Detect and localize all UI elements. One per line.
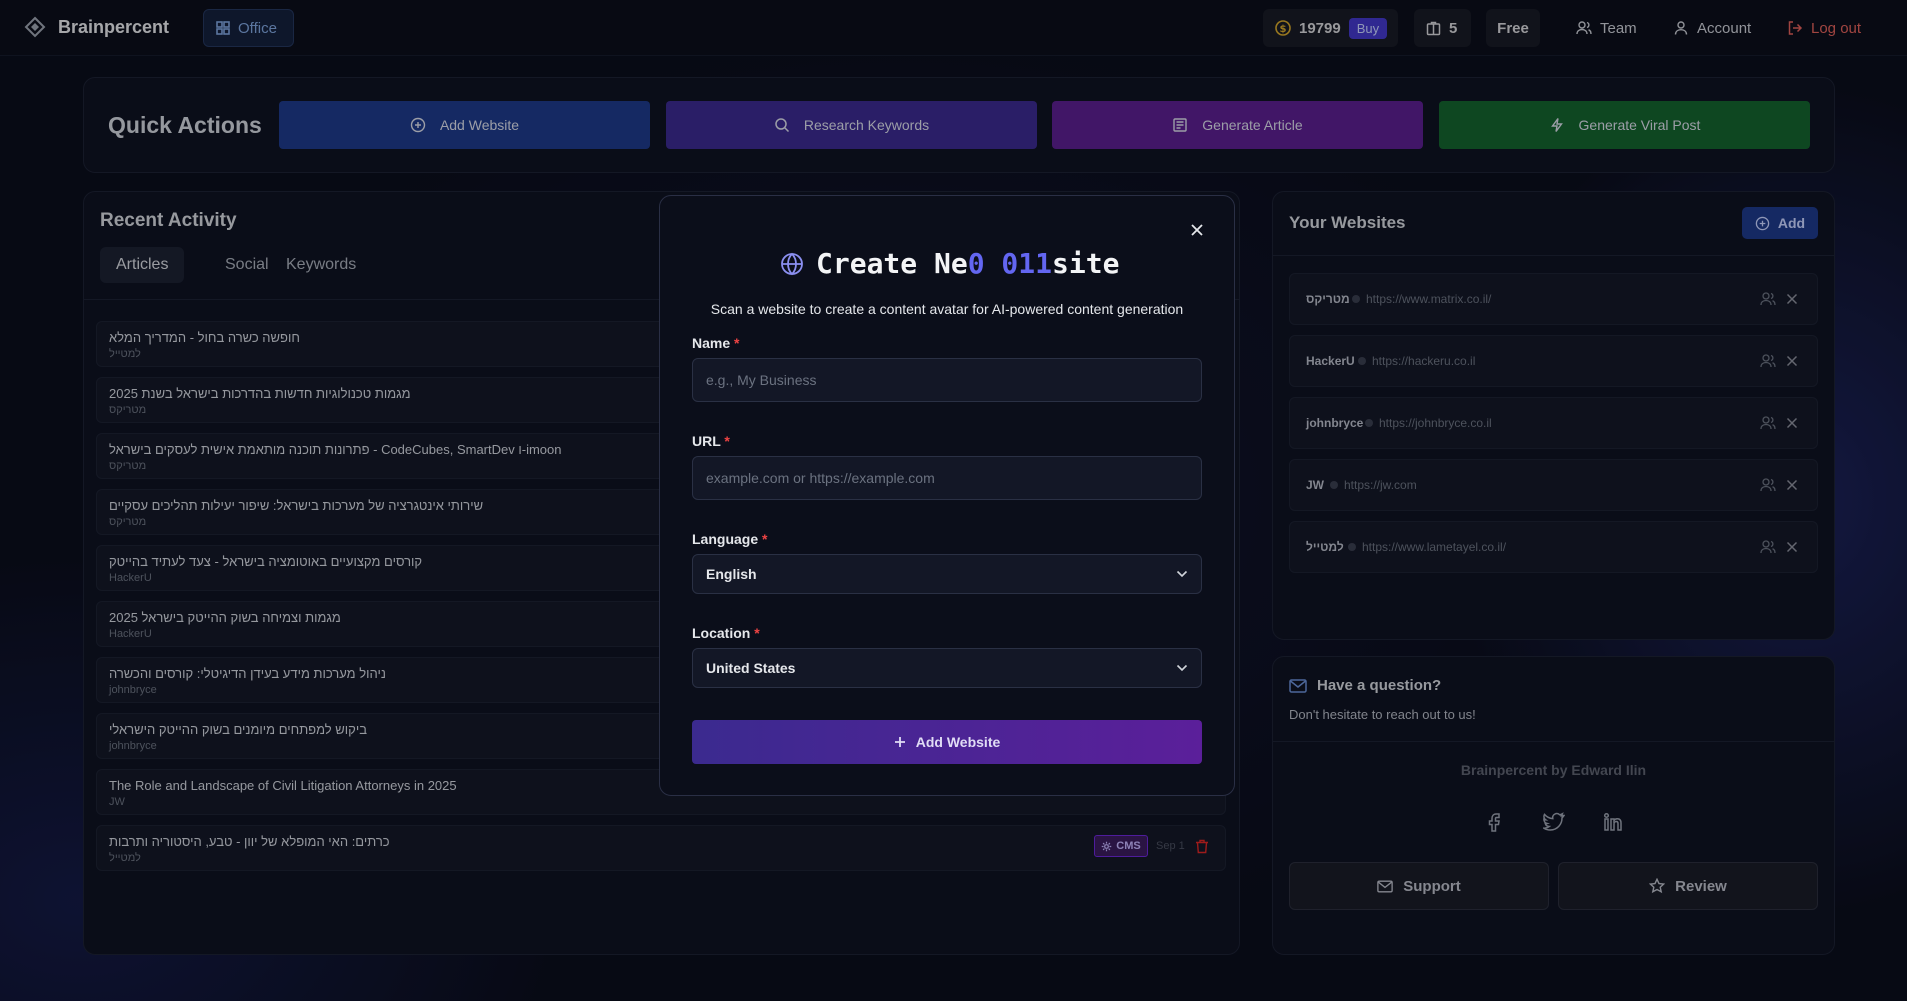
url-label: URL * <box>692 433 730 449</box>
title-part2: site <box>1052 247 1120 280</box>
location-label: Location * <box>692 625 760 641</box>
required-mark: * <box>754 625 760 641</box>
title-part1: Create Ne <box>816 247 968 280</box>
plus-icon <box>894 736 906 748</box>
name-label: Name * <box>692 335 739 351</box>
close-icon[interactable] <box>1190 223 1204 237</box>
language-select[interactable]: English <box>692 554 1202 594</box>
chevron-down-icon <box>1176 664 1188 672</box>
language-value: English <box>706 566 757 582</box>
url-input[interactable] <box>692 456 1202 500</box>
required-mark: * <box>762 531 768 547</box>
name-label-text: Name <box>692 335 731 351</box>
language-label-text: Language <box>692 531 759 547</box>
modal-subtitle: Scan a website to create a content avata… <box>710 301 1184 317</box>
required-mark: * <box>734 335 740 351</box>
title-glitch: 0 011 <box>967 247 1053 280</box>
name-input[interactable] <box>692 358 1202 402</box>
location-select[interactable]: United States <box>692 648 1202 688</box>
add-website-submit-button[interactable]: Add Website <box>692 720 1202 764</box>
chevron-down-icon <box>1176 570 1188 578</box>
required-mark: * <box>724 433 730 449</box>
modal-title: Create Ne0 011site <box>780 247 1119 280</box>
location-value: United States <box>706 660 796 676</box>
language-label: Language * <box>692 531 767 547</box>
location-label-text: Location <box>692 625 751 641</box>
submit-label: Add Website <box>915 734 1001 750</box>
url-label-text: URL <box>692 433 721 449</box>
globe-icon <box>780 252 804 276</box>
